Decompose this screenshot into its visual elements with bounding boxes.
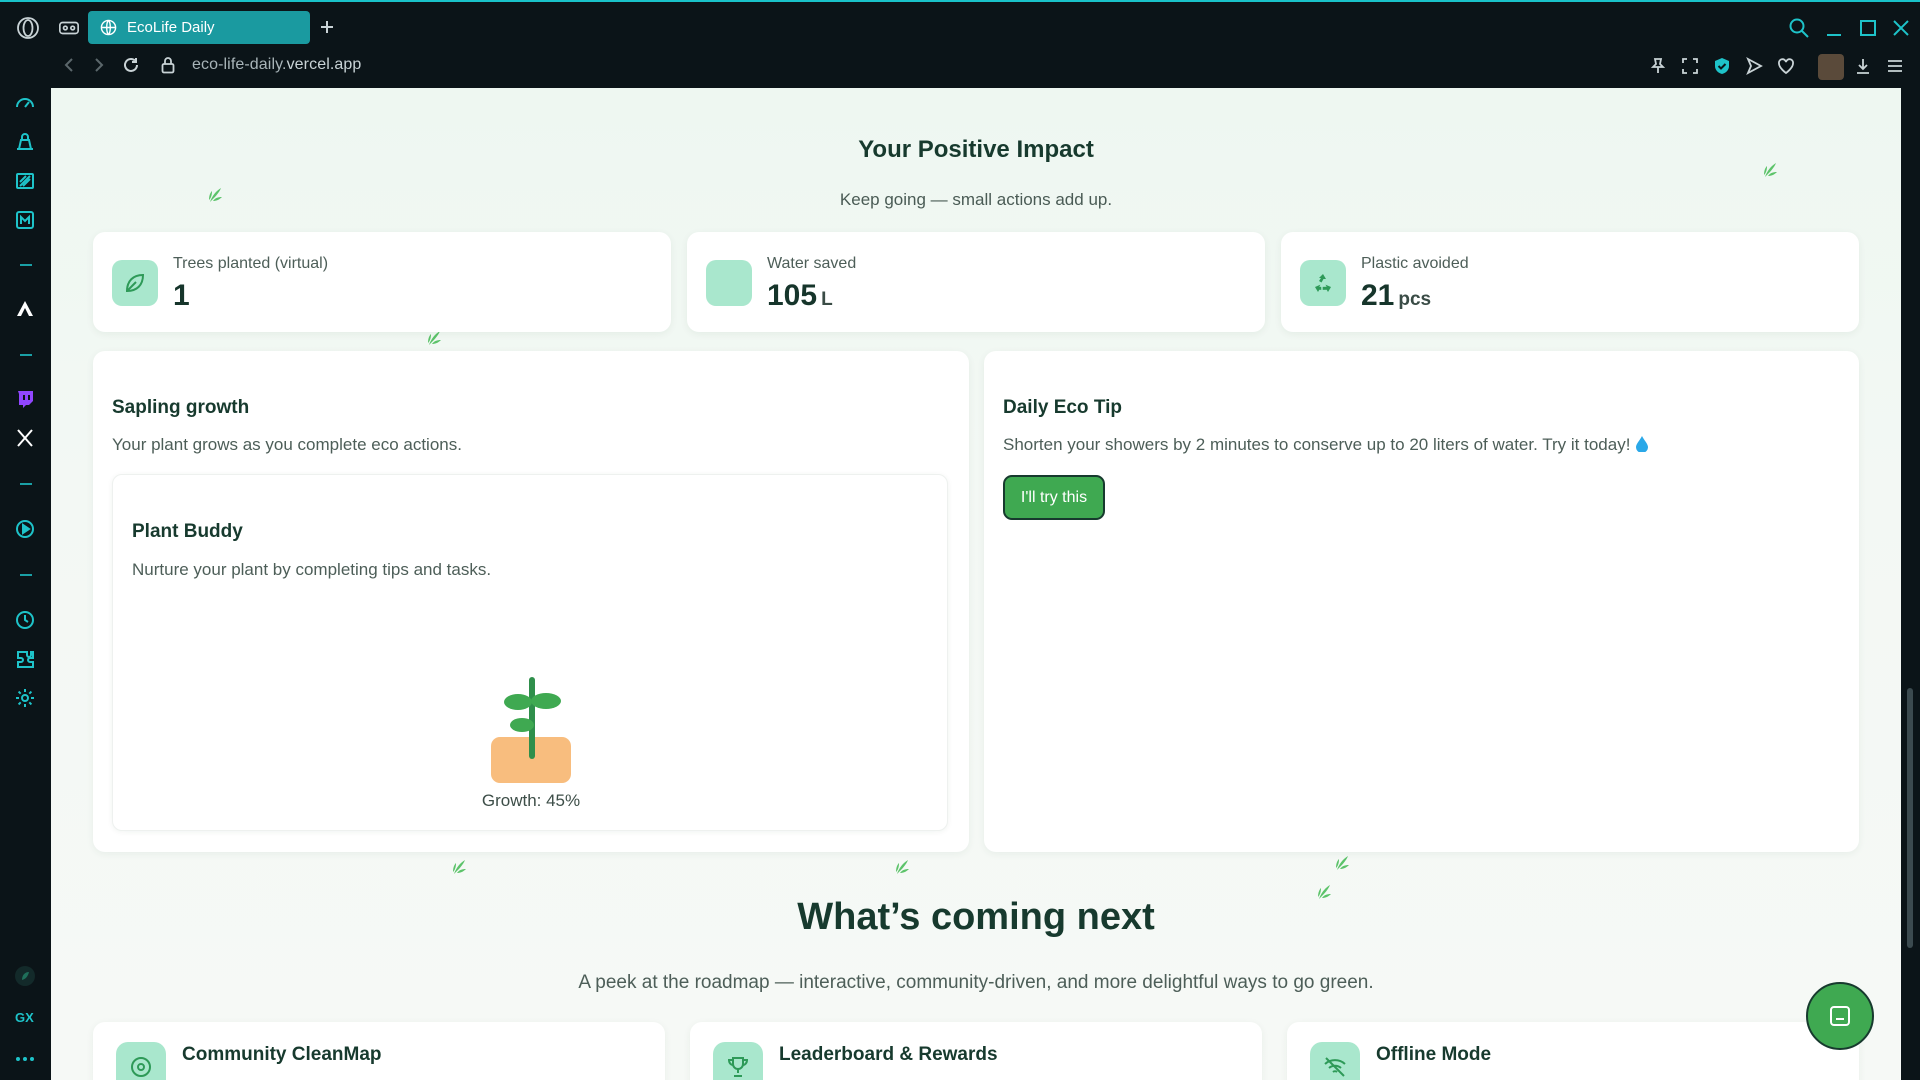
sprig-icon: [893, 858, 911, 876]
browser-sidebar: GX: [0, 88, 51, 1080]
plant-buddy-title: Plant Buddy: [132, 521, 243, 542]
tab-ecolife-daily[interactable]: EcoLife Daily: [88, 11, 310, 44]
leaf-icon: [112, 260, 158, 306]
stat-card-water: Water saved 105 L: [687, 232, 1265, 332]
sapling-growth-panel: Sapling growth Your plant grows as you c…: [93, 351, 969, 852]
twitch-icon[interactable]: [14, 388, 36, 410]
roadmap-item-title: Leaderboard & Rewards: [779, 1044, 998, 1065]
page-scrollbar[interactable]: [1901, 88, 1920, 1080]
stat-value: 105 L: [767, 279, 833, 313]
sidebar-divider: [20, 574, 32, 576]
address-bar[interactable]: eco-life-daily.vercel.app: [192, 56, 361, 74]
reload-icon[interactable]: [122, 56, 140, 74]
sidebar-divider: [20, 483, 32, 485]
sidebar-divider: [20, 264, 32, 266]
daily-eco-tip-panel: Daily Eco Tip Shorten your showers by 2 …: [984, 351, 1859, 852]
water-icon: [706, 260, 752, 306]
stat-unit: L: [821, 289, 833, 310]
stat-number: 1: [173, 279, 190, 312]
shopping-icon[interactable]: [14, 131, 36, 153]
news-icon[interactable]: [14, 170, 36, 192]
stat-label: Trees planted (virtual): [173, 255, 329, 272]
tip-text: Shorten your showers by 2 minutes to con…: [1003, 435, 1631, 454]
scrollbar-thumb[interactable]: [1907, 688, 1913, 948]
x-twitter-icon[interactable]: [14, 427, 36, 449]
shield-check-icon[interactable]: [1713, 57, 1731, 75]
gx-corner-icon[interactable]: GX: [14, 1006, 38, 1028]
sprig-icon: [1333, 854, 1351, 872]
gamepad-icon[interactable]: [58, 18, 80, 38]
snapshot-icon[interactable]: [1681, 57, 1699, 75]
speed-dial-icon[interactable]: [14, 92, 36, 114]
sapling-subtitle: Your plant grows as you complete eco act…: [112, 435, 462, 454]
opera-logo-icon[interactable]: [16, 16, 40, 40]
url-domain: vercel.app: [286, 56, 362, 73]
menu-icon[interactable]: [1886, 57, 1904, 75]
sidebar-divider: [20, 354, 32, 356]
roadmap-card-leaderboard[interactable]: Leaderboard & Rewards: [690, 1022, 1262, 1080]
map-pin-icon: [116, 1042, 166, 1080]
back-icon[interactable]: [60, 56, 78, 74]
tip-title: Daily Eco Tip: [1003, 397, 1122, 418]
chatbot-icon: [1830, 1006, 1850, 1026]
lock-icon: [160, 56, 176, 74]
stat-label: Plastic avoided: [1361, 255, 1469, 272]
settings-gear-icon[interactable]: [14, 687, 36, 709]
water-drop-icon: [1636, 436, 1649, 453]
new-tab-icon[interactable]: [318, 18, 336, 36]
stat-number: 21: [1361, 279, 1395, 312]
impact-subtitle: Keep going — small actions add up.: [839, 190, 1113, 209]
trophy-icon: [713, 1042, 763, 1080]
forward-icon[interactable]: [90, 56, 108, 74]
roadmap-item-title: Community CleanMap: [182, 1044, 382, 1065]
close-icon[interactable]: [1891, 18, 1911, 38]
extensions-icon[interactable]: [14, 648, 36, 670]
minimize-icon[interactable]: [1824, 18, 1844, 38]
player-icon[interactable]: [14, 518, 36, 540]
growth-label: Growth: 45%: [481, 791, 581, 810]
impact-title: Your Positive Impact: [858, 136, 1094, 163]
browser-toolbar: EcoLife Daily eco-life-daily.vercel.app: [0, 0, 1920, 88]
wifi-off-icon: [1310, 1042, 1360, 1080]
plant-buddy-card: Plant Buddy Nurture your plant by comple…: [112, 474, 948, 831]
heart-icon[interactable]: [1777, 57, 1795, 75]
sapling-title: Sapling growth: [112, 397, 250, 418]
globe-icon: [100, 19, 117, 36]
search-icon[interactable]: [1788, 17, 1810, 39]
tab-title: EcoLife Daily: [127, 19, 215, 36]
roadmap-card-offline[interactable]: Offline Mode: [1287, 1022, 1859, 1080]
url-host: eco-life-daily.: [192, 56, 287, 73]
pin-icon[interactable]: [1649, 57, 1667, 75]
plant-buddy-subtitle: Nurture your plant by completing tips an…: [132, 560, 492, 579]
roadmap-title: What’s coming next: [797, 896, 1155, 938]
sapling-plant-icon[interactable]: [483, 675, 579, 785]
send-icon[interactable]: [1745, 57, 1763, 75]
stat-value: 21 pcs: [1361, 279, 1431, 313]
gx-leaf-icon[interactable]: [14, 965, 36, 987]
history-icon[interactable]: [14, 609, 36, 631]
try-this-button[interactable]: I'll try this: [1003, 475, 1105, 520]
stat-card-trees: Trees planted (virtual) 1: [93, 232, 671, 332]
recycle-icon: [1300, 260, 1346, 306]
avatar[interactable]: [1818, 54, 1844, 80]
maximize-icon[interactable]: [1858, 18, 1878, 38]
messenger-m-icon[interactable]: [14, 209, 36, 231]
download-icon[interactable]: [1854, 57, 1872, 75]
stat-number: 105: [767, 279, 818, 312]
sprig-icon: [450, 858, 468, 876]
roadmap-subtitle: A peek at the roadmap — interactive, com…: [578, 972, 1374, 993]
stat-card-plastic: Plastic avoided 21 pcs: [1281, 232, 1859, 332]
svg-text:GX: GX: [15, 1010, 34, 1025]
page-viewport: Your Positive Impact Keep going — small …: [51, 88, 1901, 1080]
stat-label: Water saved: [767, 255, 857, 272]
roadmap-card-cleanmap[interactable]: Community CleanMap: [93, 1022, 665, 1080]
aria-icon[interactable]: [14, 298, 36, 320]
stat-unit: pcs: [1398, 289, 1432, 310]
more-options-icon[interactable]: [14, 1048, 36, 1070]
stat-value: 1: [173, 279, 194, 313]
assistant-chat-button[interactable]: [1806, 982, 1874, 1050]
roadmap-item-title: Offline Mode: [1376, 1044, 1492, 1065]
tip-text-row: Shorten your showers by 2 minutes to con…: [1003, 435, 1649, 455]
